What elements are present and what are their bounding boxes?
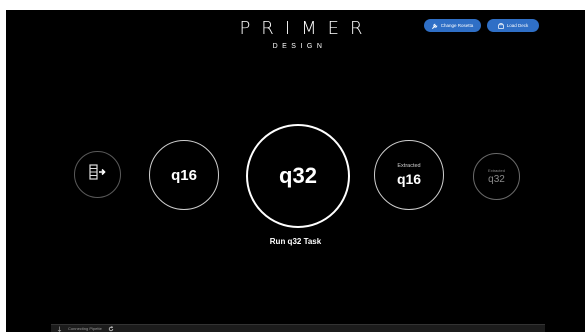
brand-subtitle: DESIGN: [272, 43, 327, 50]
change-rosetta-button[interactable]: Change Rosetta: [424, 19, 481, 32]
load-deck-button[interactable]: Load Deck: [487, 19, 539, 32]
extracted-tag: Extracted: [397, 163, 421, 169]
pipette-icon: [57, 326, 62, 332]
task-q16-extracted-label: q16: [396, 171, 422, 187]
task-q32-extracted[interactable]: Extracted q32: [473, 153, 520, 200]
task-q16[interactable]: q16: [149, 140, 219, 210]
sidebar-arrow-icon: [88, 163, 108, 186]
extracted-tag: Extracted: [488, 168, 505, 173]
refresh-icon[interactable]: [108, 325, 114, 332]
task-q16-extracted[interactable]: Extracted q16: [374, 140, 444, 210]
task-q32-label: q32: [279, 163, 317, 188]
change-rosetta-label: Change Rosetta: [440, 23, 474, 28]
task-q32-extracted-label: q32: [488, 174, 505, 185]
status-text: Connecting Pipette: [68, 326, 102, 331]
task-q32-current[interactable]: q32: [246, 124, 350, 228]
deck-icon: [497, 22, 504, 29]
task-q16-label: q16: [171, 166, 197, 184]
previous-step-button[interactable]: [74, 151, 121, 198]
app-window: PRIMER DESIGN Change Rosetta Load Deck q…: [6, 10, 585, 332]
wrench-icon: [431, 23, 438, 29]
status-bar: Connecting Pipette: [51, 324, 545, 332]
run-task-label: Run q32 Task: [269, 237, 322, 246]
load-deck-label: Load Deck: [506, 23, 529, 28]
